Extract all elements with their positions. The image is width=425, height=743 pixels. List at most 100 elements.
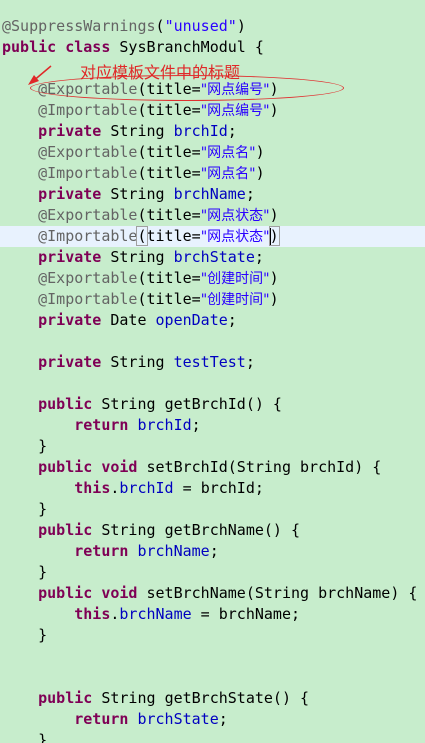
- title-value: "网点编号": [200, 103, 270, 119]
- keyword: return: [74, 416, 129, 434]
- keyword: void: [101, 458, 138, 476]
- parameter-reference: brchId: [200, 479, 255, 497]
- keyword: this: [74, 605, 111, 623]
- code-line: private String brchId;: [38, 122, 237, 140]
- code-line: @Importable(title="创建时间"): [38, 290, 279, 308]
- field-name: testTest: [173, 353, 246, 371]
- code-line: public String getBrchName() {: [38, 521, 301, 539]
- title-value: "网点状态": [200, 229, 270, 245]
- code-line: public String getBrchState() {: [38, 689, 310, 707]
- keyword: void: [101, 584, 138, 602]
- class-name: SysBranchModul {: [119, 38, 264, 56]
- title-value: "网点名": [200, 145, 256, 161]
- code-line: @Exportable(title="网点名"): [38, 143, 265, 161]
- field-type: String: [110, 353, 165, 371]
- keyword: public: [38, 584, 93, 602]
- code-line: @Importable(title="网点名"): [38, 164, 265, 182]
- keyword: return: [74, 542, 129, 560]
- code-line: public void setBrchId(String brchId) {: [38, 458, 382, 476]
- field-name: brchState: [173, 248, 255, 266]
- keyword: return: [74, 710, 129, 728]
- title-key: title=: [146, 164, 201, 182]
- code-line: @Exportable(title="创建时间"): [38, 269, 279, 287]
- title-key: title=: [146, 101, 201, 119]
- title-key: title=: [146, 143, 201, 161]
- method-signature: getBrchName() {: [164, 521, 301, 539]
- code-line: private String brchState;: [38, 248, 264, 266]
- field-reference: brchId: [137, 416, 192, 434]
- code-line: public String getBrchId() {: [38, 395, 282, 413]
- title-key: title=: [146, 290, 201, 308]
- method-signature: setBrchId(String: [146, 458, 301, 476]
- title-value: "网点名": [200, 166, 256, 182]
- field-type: String: [110, 248, 165, 266]
- method-signature: getBrchId() {: [164, 395, 282, 413]
- code-line: }: [2, 437, 48, 455]
- code-editor[interactable]: @SuppressWarnings("unused") public class…: [0, 0, 425, 743]
- keyword: public: [38, 458, 93, 476]
- code-line: private String testTest;: [38, 353, 255, 371]
- code-line: }: [2, 626, 48, 644]
- keyword: private: [38, 311, 102, 329]
- code-line: @SuppressWarnings("unused"): [2, 17, 246, 35]
- keyword: private: [38, 122, 102, 140]
- exportable-annotation: @Exportable: [38, 206, 138, 224]
- field-name: brchName: [173, 185, 246, 203]
- arrow-icon: [28, 65, 52, 85]
- code-line: this.brchId = brchId;: [74, 479, 264, 497]
- code-line: this.brchName = brchName;: [74, 605, 301, 623]
- code-line: @Exportable(title="网点状态"): [38, 206, 279, 224]
- keyword: public: [2, 38, 57, 56]
- importable-annotation: @Importable: [38, 101, 138, 119]
- title-value: "创建时间": [200, 292, 270, 308]
- code-line: public void setBrchName(String brchName)…: [38, 584, 418, 602]
- importable-annotation: @Importable: [38, 227, 138, 245]
- code-line: return brchName;: [74, 542, 219, 560]
- field-type: Date: [110, 311, 147, 329]
- exportable-annotation: @Exportable: [38, 143, 138, 161]
- code-line: @Importable(title="网点编号"): [38, 101, 279, 119]
- suppress-warnings-annotation: @SuppressWarnings: [2, 17, 156, 35]
- keyword: private: [38, 185, 102, 203]
- keyword: this: [74, 479, 111, 497]
- annotation-note: 对应模板文件中的标题: [80, 63, 241, 82]
- parameter-name: brchName: [318, 584, 391, 602]
- title-value: "创建时间": [200, 271, 270, 287]
- parameter-reference: brchName: [218, 605, 291, 623]
- field-reference: brchName: [119, 605, 192, 623]
- keyword: private: [38, 353, 102, 371]
- keyword: public: [38, 689, 93, 707]
- keyword: public: [38, 521, 93, 539]
- code-line: private Date openDate;: [38, 311, 237, 329]
- code-line: return brchId;: [74, 416, 201, 434]
- field-reference: brchName: [137, 542, 210, 560]
- field-name: openDate: [155, 311, 228, 329]
- keyword: public: [38, 395, 93, 413]
- title-key: title=: [146, 227, 201, 245]
- bracket-match: (: [136, 226, 148, 246]
- keyword: private: [38, 248, 102, 266]
- code-line: }: [2, 563, 48, 581]
- importable-annotation: @Importable: [38, 164, 138, 182]
- string-literal: "unused": [164, 17, 237, 35]
- code-line: return brchState;: [74, 710, 228, 728]
- field-name: brchId: [173, 122, 228, 140]
- bracket-match: ): [268, 226, 280, 246]
- field-type: String: [110, 122, 165, 140]
- code-line: }: [2, 731, 48, 743]
- code-line: public class SysBranchModul {: [0, 37, 425, 58]
- exportable-annotation: @Exportable: [38, 269, 138, 287]
- title-value: "网点状态": [200, 208, 270, 224]
- field-reference: brchState: [137, 710, 219, 728]
- current-code-line: @Importable(title="网点状态"): [0, 226, 425, 247]
- code-line: }: [2, 500, 48, 518]
- title-key: title=: [146, 206, 201, 224]
- code-line: private String brchName;: [38, 185, 255, 203]
- keyword: class: [65, 38, 111, 56]
- method-signature: setBrchName(String: [146, 584, 319, 602]
- title-key: title=: [146, 269, 201, 287]
- parameter-name: brchId: [300, 458, 355, 476]
- field-reference: brchId: [119, 479, 174, 497]
- field-type: String: [110, 185, 165, 203]
- importable-annotation: @Importable: [38, 290, 138, 308]
